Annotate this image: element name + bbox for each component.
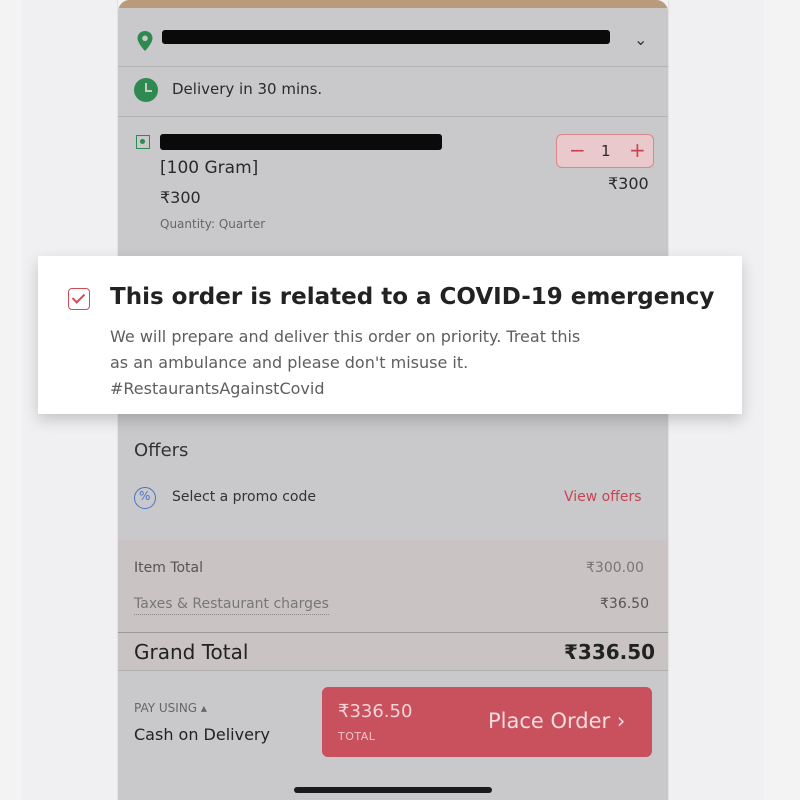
redacted-item-name: [160, 134, 442, 150]
view-offers-link[interactable]: View offers: [564, 489, 642, 505]
bill-details: Item Total ₹300.00 Taxes & Restaurant ch…: [118, 540, 668, 670]
item-quantity: Quantity: Quarter: [160, 217, 266, 231]
grand-total-value: ₹336.50: [564, 640, 656, 664]
checkmark-icon: [71, 290, 86, 304]
place-order-label: Place Order ›: [488, 709, 626, 733]
location-pin-icon: [137, 31, 153, 51]
item-price: ₹300: [160, 188, 201, 207]
clock-icon: [134, 78, 158, 102]
quantity-stepper[interactable]: − 1 +: [556, 134, 654, 168]
item-total-value: ₹300.00: [586, 560, 644, 576]
home-indicator: [294, 787, 492, 793]
place-order-button[interactable]: ₹336.50 TOTAL Place Order ›: [322, 687, 652, 757]
select-promo-code[interactable]: Select a promo code: [172, 489, 316, 505]
checkout-footer: PAY USING ▴ Cash on Delivery ₹336.50 TOT…: [118, 670, 668, 800]
offers-heading: Offers: [134, 440, 189, 461]
delivery-row: Delivery in 30 mins.: [118, 66, 668, 116]
increment-button[interactable]: +: [629, 139, 646, 161]
item-total-label: Item Total: [134, 560, 204, 576]
address-row[interactable]: ⌄: [118, 8, 668, 66]
top-strip: [118, 0, 668, 8]
redacted-address: [162, 30, 610, 44]
veg-indicator-icon: [136, 135, 150, 149]
grand-total-label: Grand Total: [134, 640, 249, 664]
taxes-label[interactable]: Taxes & Restaurant charges: [134, 596, 329, 615]
screenshot-frame: ⌄ Delivery in 30 mins. [100 Gram] ₹300 Q…: [0, 0, 800, 800]
divider: [118, 632, 668, 633]
divider: [118, 116, 668, 117]
delivery-time: Delivery in 30 mins.: [172, 80, 323, 98]
emergency-line: as an ambulance and please don't misuse …: [110, 353, 469, 372]
decrement-button[interactable]: −: [569, 139, 586, 161]
item-line-total: ₹300: [608, 174, 649, 193]
emergency-title: This order is related to a COVID-19 emer…: [110, 284, 715, 310]
quantity-value: 1: [601, 142, 611, 160]
emergency-description: We will prepare and deliver this order o…: [110, 324, 710, 402]
order-amount: ₹336.50: [338, 701, 413, 722]
covid-emergency-card[interactable]: This order is related to a COVID-19 emer…: [38, 256, 742, 414]
percent-badge-icon: %: [134, 487, 156, 509]
pay-using-toggle[interactable]: PAY USING ▴: [134, 701, 207, 715]
emergency-line: We will prepare and deliver this order o…: [110, 327, 581, 346]
chevron-down-icon[interactable]: ⌄: [634, 30, 647, 49]
emergency-hashtag: #RestaurantsAgainstCovid: [110, 379, 325, 398]
taxes-value: ₹36.50: [600, 596, 649, 612]
payment-method[interactable]: Cash on Delivery: [134, 725, 270, 744]
emergency-checkbox[interactable]: [68, 288, 90, 310]
item-weight: [100 Gram]: [160, 158, 259, 178]
total-caption: TOTAL: [338, 730, 376, 743]
